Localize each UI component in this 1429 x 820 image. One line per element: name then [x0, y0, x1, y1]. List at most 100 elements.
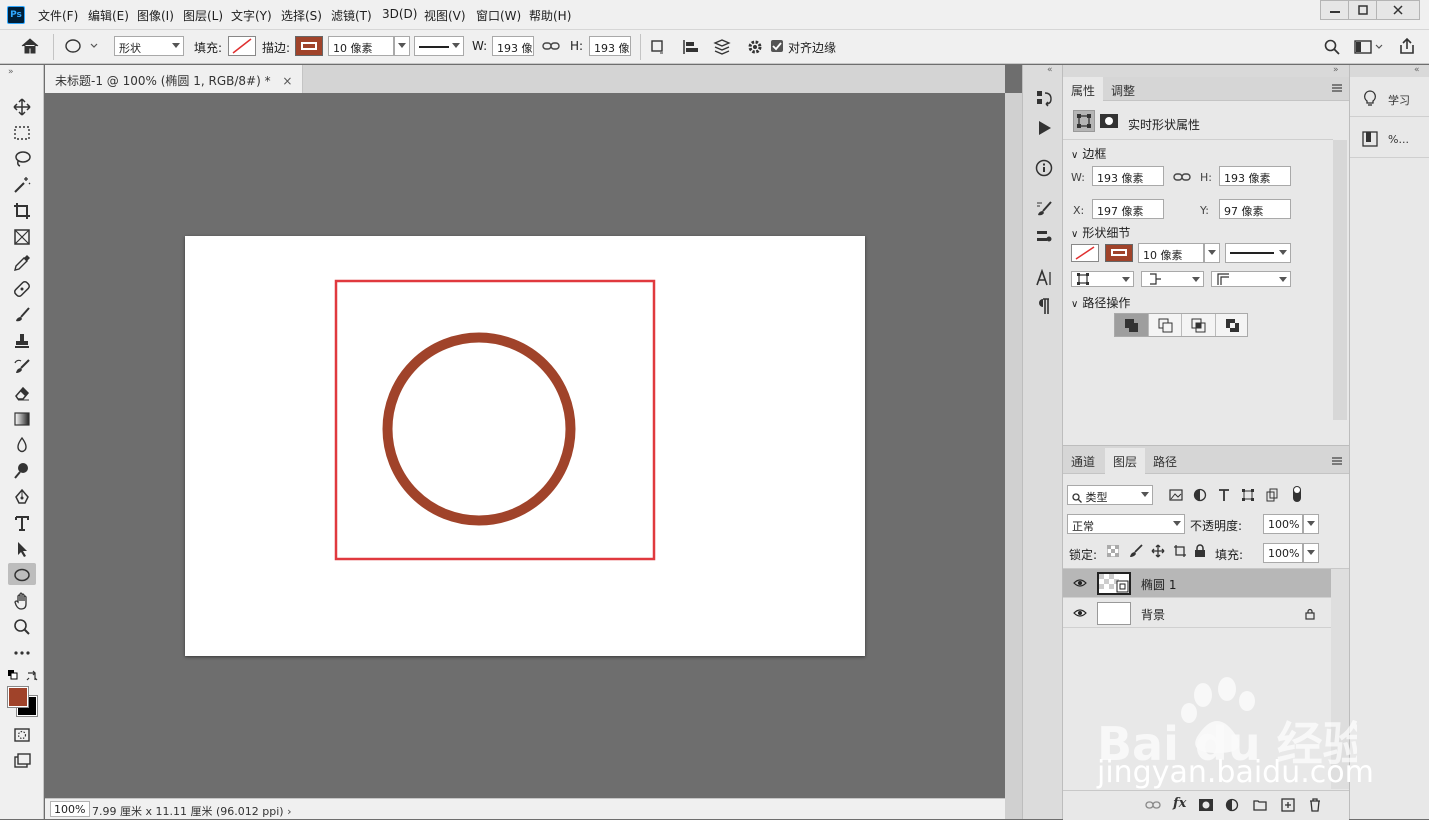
- menu-edit[interactable]: 编辑(E): [88, 7, 129, 24]
- info-panel-button[interactable]: [1032, 157, 1056, 179]
- stroke-width-field[interactable]: 10 像素: [328, 36, 394, 56]
- search-button[interactable]: [1324, 39, 1340, 55]
- share-button[interactable]: [1398, 37, 1416, 55]
- lock-all-button[interactable]: [1194, 544, 1206, 558]
- zoom-tool[interactable]: [8, 615, 36, 637]
- marquee-tool[interactable]: [8, 121, 36, 143]
- mask-properties-button[interactable]: [1099, 113, 1119, 129]
- layers-menu-button[interactable]: [1331, 456, 1343, 466]
- fill-dropdown[interactable]: [1303, 543, 1319, 563]
- add-mask-button[interactable]: [1199, 799, 1213, 811]
- tab-properties[interactable]: 属性: [1063, 77, 1104, 101]
- stroke-caps-select[interactable]: [1141, 271, 1204, 287]
- clone-source-panel-button[interactable]: [1032, 225, 1056, 247]
- character-panel-button[interactable]: [1032, 267, 1056, 289]
- props-x-field[interactable]: 197 像素: [1092, 199, 1164, 219]
- opacity-dropdown[interactable]: [1303, 514, 1319, 534]
- props-y-field[interactable]: 97 像素: [1219, 199, 1291, 219]
- fill-field[interactable]: 100%: [1263, 543, 1303, 563]
- document-info[interactable]: 7.99 厘米 x 11.11 厘米 (96.012 ppi) ›: [92, 803, 291, 819]
- tool-preset-picker[interactable]: [63, 37, 101, 55]
- layer-row-background[interactable]: 背景: [1063, 599, 1331, 628]
- props-stroke-swatch[interactable]: [1105, 244, 1133, 262]
- clone-stamp-tool[interactable]: [8, 329, 36, 351]
- tab-layers[interactable]: 图层: [1105, 448, 1146, 474]
- actions-panel-button[interactable]: [1032, 117, 1056, 139]
- fill-swatch[interactable]: [228, 36, 256, 56]
- new-adjustment-button[interactable]: [1225, 798, 1239, 812]
- stroke-type-select[interactable]: [414, 36, 464, 56]
- history-panel-button[interactable]: [1032, 87, 1056, 109]
- props-stroke-type-select[interactable]: [1225, 243, 1291, 263]
- lock-artboard-button[interactable]: [1173, 544, 1187, 558]
- stroke-align-select[interactable]: [1071, 271, 1134, 287]
- eraser-tool[interactable]: [8, 381, 36, 403]
- canvas-scrollbar[interactable]: [1005, 93, 1022, 819]
- props-fill-swatch[interactable]: [1071, 244, 1099, 262]
- eye-icon[interactable]: [1073, 578, 1087, 588]
- menu-filter[interactable]: 滤镜(T): [331, 7, 372, 24]
- crop-tool[interactable]: [8, 199, 36, 221]
- edit-toolbar-button[interactable]: [8, 641, 36, 663]
- menu-3d[interactable]: 3D(D): [382, 7, 417, 21]
- gradient-tool[interactable]: [8, 407, 36, 429]
- pen-tool[interactable]: [8, 485, 36, 507]
- menu-layer[interactable]: 图层(L): [183, 7, 223, 24]
- menu-select[interactable]: 选择(S): [281, 7, 322, 24]
- hand-tool[interactable]: [8, 589, 36, 611]
- properties-scrollbar[interactable]: [1333, 140, 1347, 420]
- path-arrangement-button[interactable]: [712, 38, 732, 56]
- close-button[interactable]: [1376, 0, 1420, 20]
- intersect-areas-button[interactable]: [1181, 314, 1215, 336]
- workspace-button[interactable]: [1354, 39, 1384, 55]
- foreground-color-swatch[interactable]: [8, 687, 28, 707]
- swap-colors-button[interactable]: [26, 669, 38, 681]
- lasso-tool[interactable]: [8, 147, 36, 169]
- tool-mode-select[interactable]: 形状: [114, 36, 184, 56]
- brushes-panel-button[interactable]: [1032, 198, 1056, 220]
- new-layer-button[interactable]: [1281, 798, 1295, 812]
- width-field[interactable]: 193 像素: [492, 36, 534, 56]
- link-dimensions-button[interactable]: [542, 40, 560, 52]
- height-field[interactable]: 193 像素: [589, 36, 631, 56]
- tab-adjustments[interactable]: 调整: [1103, 77, 1143, 101]
- brush-tool[interactable]: [8, 303, 36, 325]
- bounds-section-toggle[interactable]: ∨ 边框: [1071, 145, 1106, 162]
- document-tab[interactable]: 未标题-1 @ 100% (椭圆 1, RGB/8#) * ×: [45, 65, 304, 93]
- stroke-width-dropdown[interactable]: [394, 36, 410, 56]
- collapse-strip-icon[interactable]: «: [1047, 65, 1053, 75]
- home-button[interactable]: [20, 37, 40, 55]
- filter-type-button[interactable]: [1217, 488, 1231, 502]
- history-brush-tool[interactable]: [8, 355, 36, 377]
- screen-mode-button[interactable]: [8, 749, 36, 771]
- magic-wand-tool[interactable]: [8, 173, 36, 195]
- menu-image[interactable]: 图像(I): [137, 7, 174, 24]
- filter-adjustment-button[interactable]: [1193, 488, 1207, 502]
- path-selection-tool[interactable]: [8, 537, 36, 559]
- props-stroke-width-dropdown[interactable]: [1204, 243, 1220, 263]
- close-tab-icon[interactable]: ×: [282, 74, 292, 88]
- default-colors-button[interactable]: [8, 670, 18, 680]
- shape-properties-button[interactable]: [1073, 110, 1095, 132]
- menu-file[interactable]: 文件(F): [38, 7, 78, 24]
- filter-shape-button[interactable]: [1241, 488, 1255, 502]
- zoom-field[interactable]: 100%: [50, 801, 90, 817]
- eye-icon[interactable]: [1073, 608, 1087, 618]
- layer-filter-select[interactable]: 类型: [1067, 485, 1153, 505]
- lock-pixels-button[interactable]: [1129, 544, 1143, 558]
- lock-position-button[interactable]: [1151, 544, 1165, 558]
- delete-layer-button[interactable]: [1308, 798, 1322, 812]
- shape-details-toggle[interactable]: ∨ 形状细节: [1071, 224, 1130, 241]
- stroke-corners-select[interactable]: [1211, 271, 1291, 287]
- frame-tool[interactable]: [8, 225, 36, 247]
- settings-button[interactable]: [746, 38, 764, 56]
- props-height-field[interactable]: 193 像素: [1219, 166, 1291, 186]
- subtract-front-button[interactable]: [1148, 314, 1181, 336]
- collapse-right-icon[interactable]: «: [1414, 65, 1420, 75]
- libraries-panel-button[interactable]: %...: [1350, 122, 1429, 158]
- align-edges-checkbox[interactable]: [771, 40, 783, 52]
- opacity-field[interactable]: 100%: [1263, 514, 1303, 534]
- healing-brush-tool[interactable]: [8, 277, 36, 299]
- blend-mode-select[interactable]: 正常: [1067, 514, 1185, 534]
- menu-view[interactable]: 视图(V): [424, 7, 466, 24]
